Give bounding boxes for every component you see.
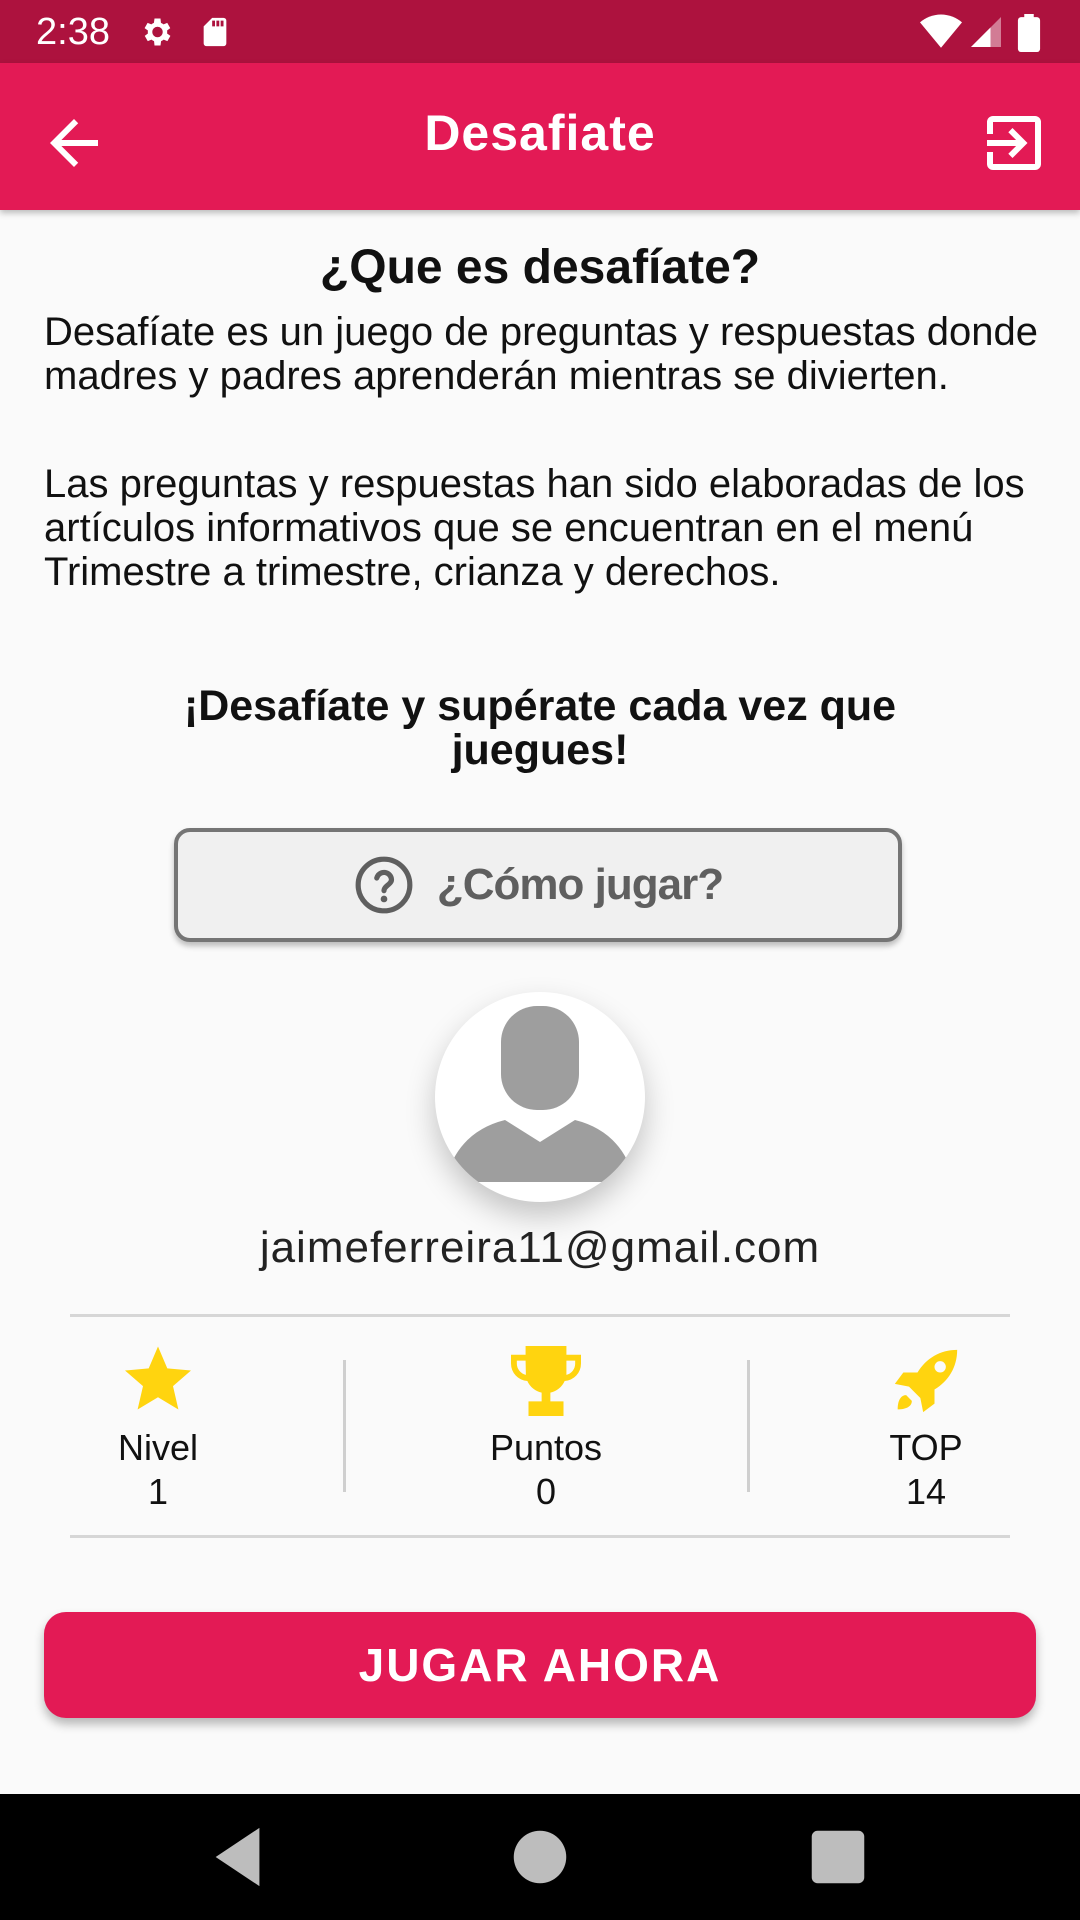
stat-top-label: TOP (889, 1427, 963, 1468)
screen: 2:38 Desafiate ¿Que es desafíate? Desafí… (0, 0, 1080, 1920)
gear-icon (144, 18, 171, 46)
app-bar: Desafiate (0, 63, 1080, 210)
stat-points: Puntos 0 (406, 1346, 686, 1514)
wifi-icon (920, 14, 962, 48)
details-paragraph: Las preguntas y respuestas han sido elab… (44, 462, 1025, 594)
stat-points-value: 0 (535, 1471, 557, 1512)
exit-button[interactable] (978, 107, 1050, 179)
stat-level-label: Nivel (117, 1427, 198, 1468)
avatar (435, 992, 645, 1202)
status-bar: 2:38 (0, 0, 1080, 63)
trophy-icon (510, 1346, 582, 1416)
stat-level-value: 1 (147, 1471, 169, 1512)
help-circle-icon (355, 856, 413, 914)
stat-top: TOP 14 (786, 1346, 1066, 1514)
rocket-icon (894, 1349, 958, 1413)
intro-paragraph: Desafíate es un juego de preguntas y res… (44, 310, 1039, 398)
how-to-play-button[interactable]: ¿Cómo jugar? (174, 828, 902, 942)
battery-icon (1017, 14, 1041, 52)
divider (70, 1535, 1010, 1538)
page-title: Desafiate (424, 105, 656, 161)
stat-separator (343, 1360, 346, 1492)
home-circle-icon[interactable] (505, 1822, 575, 1892)
stat-separator (747, 1360, 750, 1492)
exit-to-app-icon (987, 116, 1041, 170)
stat-points-label: Puntos (489, 1427, 603, 1468)
section-heading: ¿Que es desafíate? (319, 241, 761, 294)
stat-top-value: 14 (905, 1471, 947, 1512)
signal-icon (971, 17, 1001, 47)
tagline: ¡Desafíate y supérate cada vez que juegu… (183, 682, 897, 774)
person-icon (445, 1006, 635, 1182)
sd-card-icon (203, 17, 227, 47)
how-to-play-label: ¿Cómo jugar? (436, 860, 724, 909)
stat-level: Nivel 1 (18, 1346, 298, 1514)
divider (70, 1314, 1010, 1317)
back-triangle-icon[interactable] (204, 1822, 274, 1892)
status-time: 2:38 (36, 11, 110, 53)
nav-bar (0, 1794, 1080, 1920)
play-now-button[interactable]: JUGAR AHORA (44, 1612, 1036, 1718)
recents-square-icon[interactable] (803, 1822, 873, 1892)
star-icon (125, 1346, 191, 1410)
user-email: jaimeferreira11@gmail.com (259, 1223, 821, 1272)
